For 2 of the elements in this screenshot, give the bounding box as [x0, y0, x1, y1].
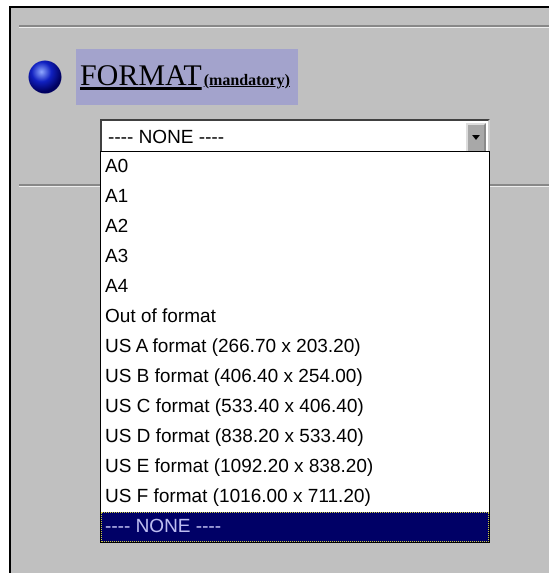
field-label: FORMAT(mandatory) — [76, 49, 298, 105]
dropdown-option[interactable]: ---- NONE ---- — [101, 512, 489, 542]
